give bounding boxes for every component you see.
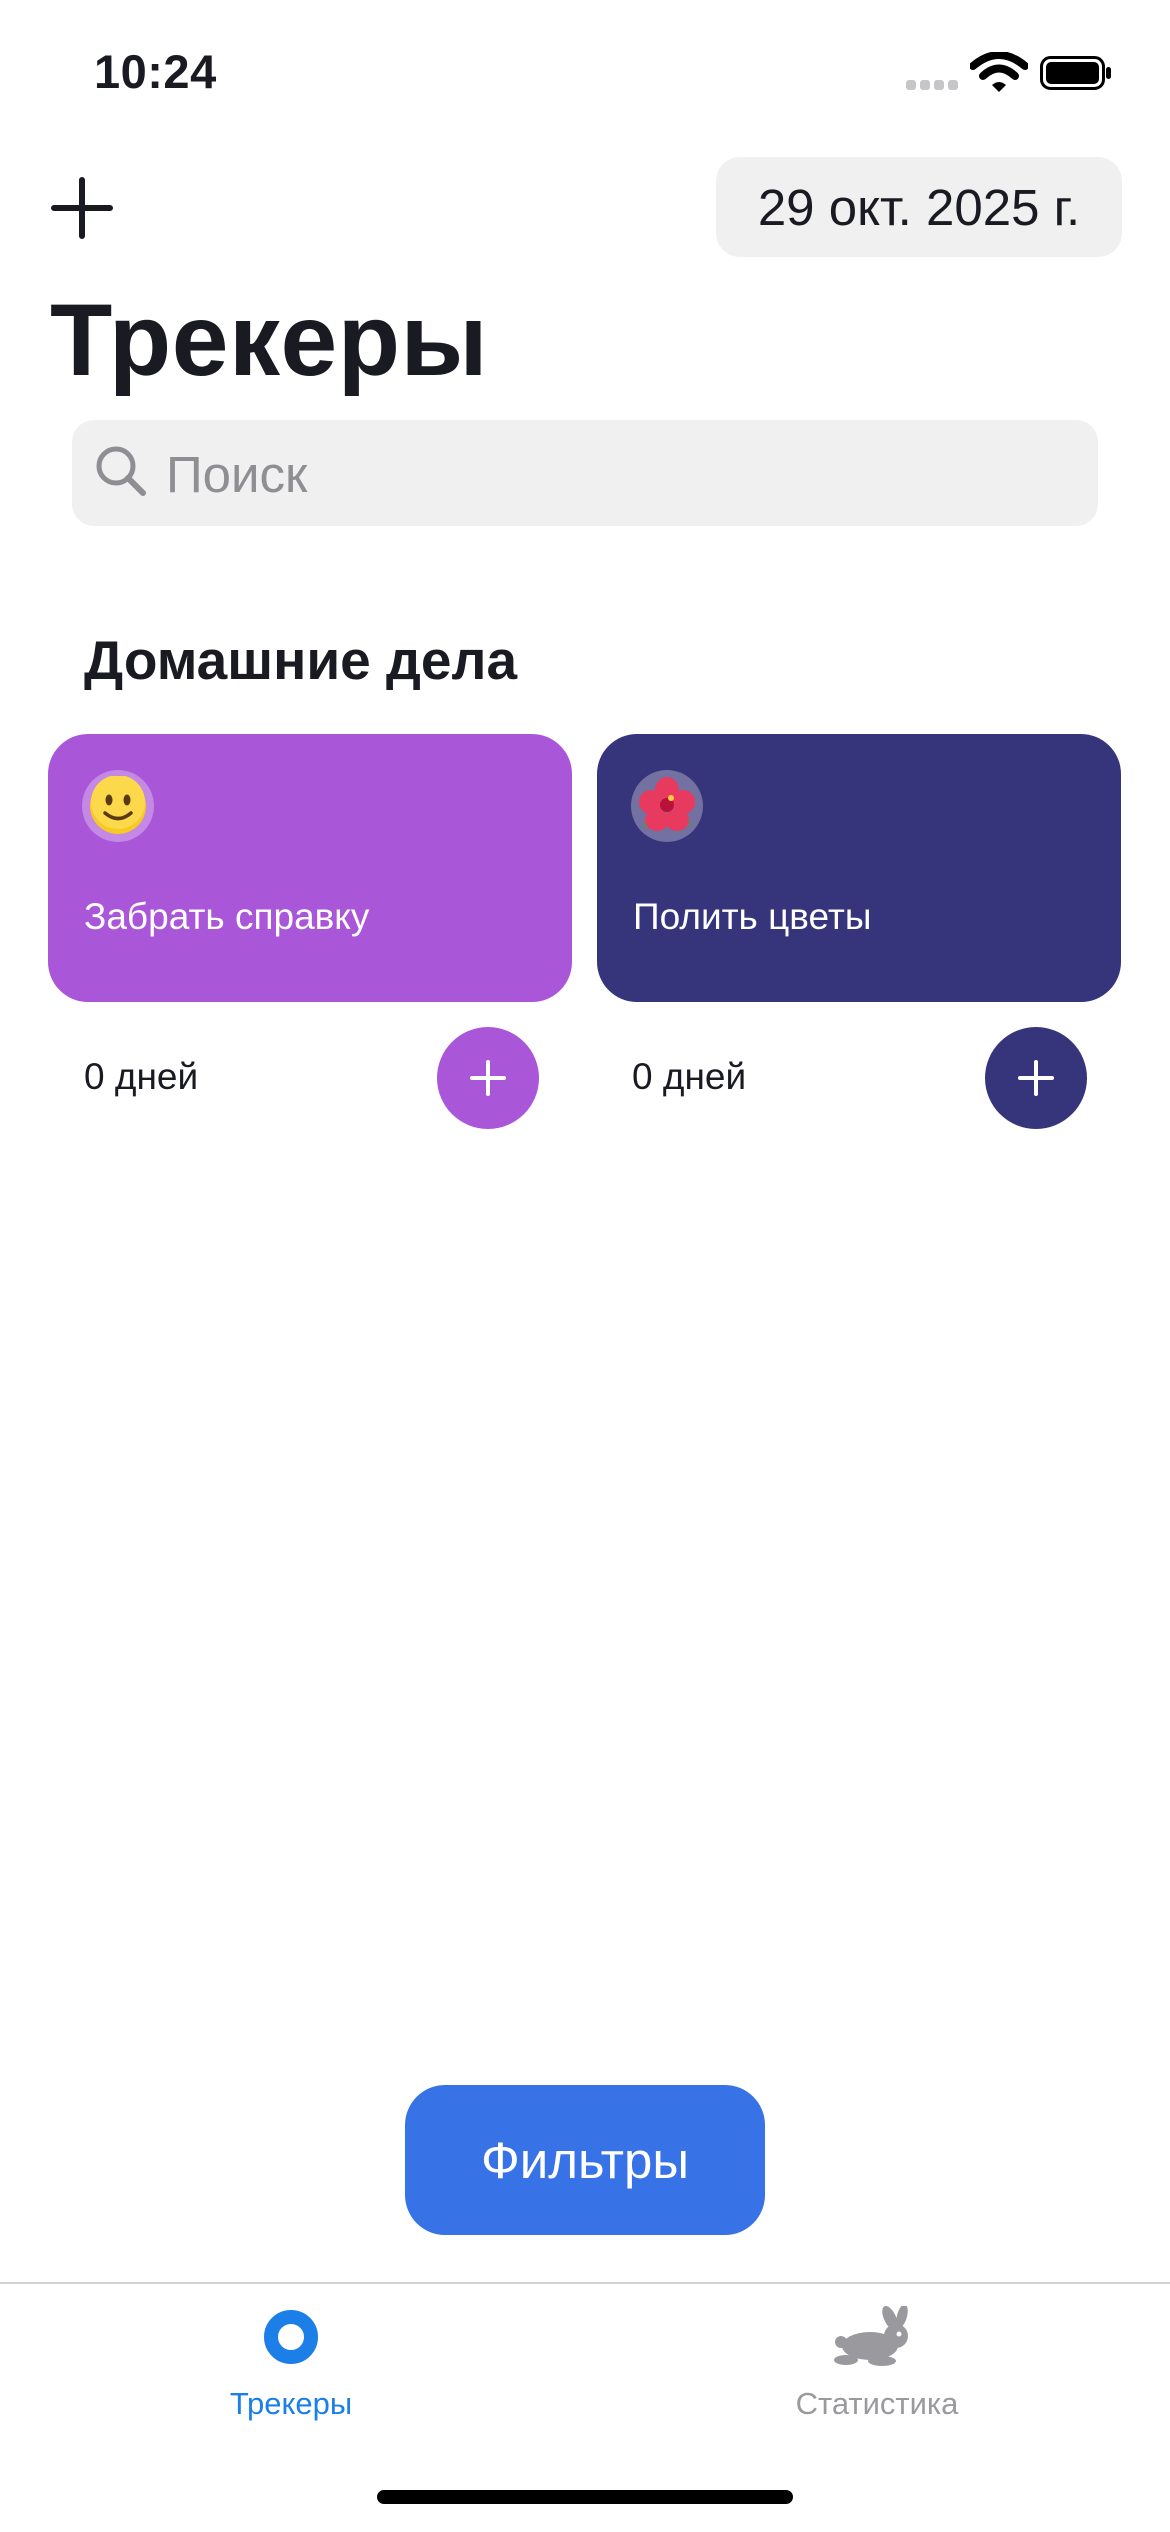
tracker-card-water-flowers[interactable]: Полить цветы xyxy=(597,734,1121,1002)
filters-button[interactable]: Фильтры xyxy=(405,2085,765,2235)
wifi-icon xyxy=(970,52,1028,92)
tracker-title: Полить цветы xyxy=(633,896,872,937)
status-time: 10:24 xyxy=(94,45,217,98)
add-tracker-button[interactable] xyxy=(50,176,114,240)
trackers-icon xyxy=(264,2310,318,2364)
tab-trackers-label: Трекеры xyxy=(229,2386,353,2421)
complete-tracker-button[interactable] xyxy=(437,1027,539,1129)
tracker-emoji-badge xyxy=(631,770,703,842)
page-title: Трекеры xyxy=(50,283,489,397)
smiling-face-icon xyxy=(90,776,146,834)
tabbar-divider xyxy=(0,2282,1170,2284)
tracker-days-counter: 0 дней xyxy=(84,1056,199,1097)
date-picker-button[interactable]: 29 окт. 2025 г. xyxy=(716,157,1122,257)
tracker-emoji-badge xyxy=(82,770,154,842)
category-title: Домашние дела xyxy=(84,629,518,691)
home-indicator xyxy=(377,2490,793,2504)
tracker-days-counter: 0 дней xyxy=(632,1056,747,1097)
plus-icon xyxy=(470,1060,506,1096)
filters-label: Фильтры xyxy=(481,2131,689,2189)
search-input[interactable] xyxy=(164,428,1068,520)
complete-tracker-button[interactable] xyxy=(985,1027,1087,1129)
plus-icon xyxy=(1018,1060,1054,1096)
cellular-signal-icon xyxy=(906,80,960,90)
battery-icon xyxy=(1040,56,1111,90)
search-icon xyxy=(96,446,146,496)
tracker-title: Забрать справку xyxy=(84,896,370,937)
rabbit-icon xyxy=(834,2306,908,2366)
hibiscus-icon xyxy=(639,777,695,831)
date-label: 29 окт. 2025 г. xyxy=(757,178,1081,236)
tab-statistics-label: Статистика xyxy=(795,2386,959,2421)
tracker-card-certificate[interactable]: Забрать справку xyxy=(48,734,572,1002)
